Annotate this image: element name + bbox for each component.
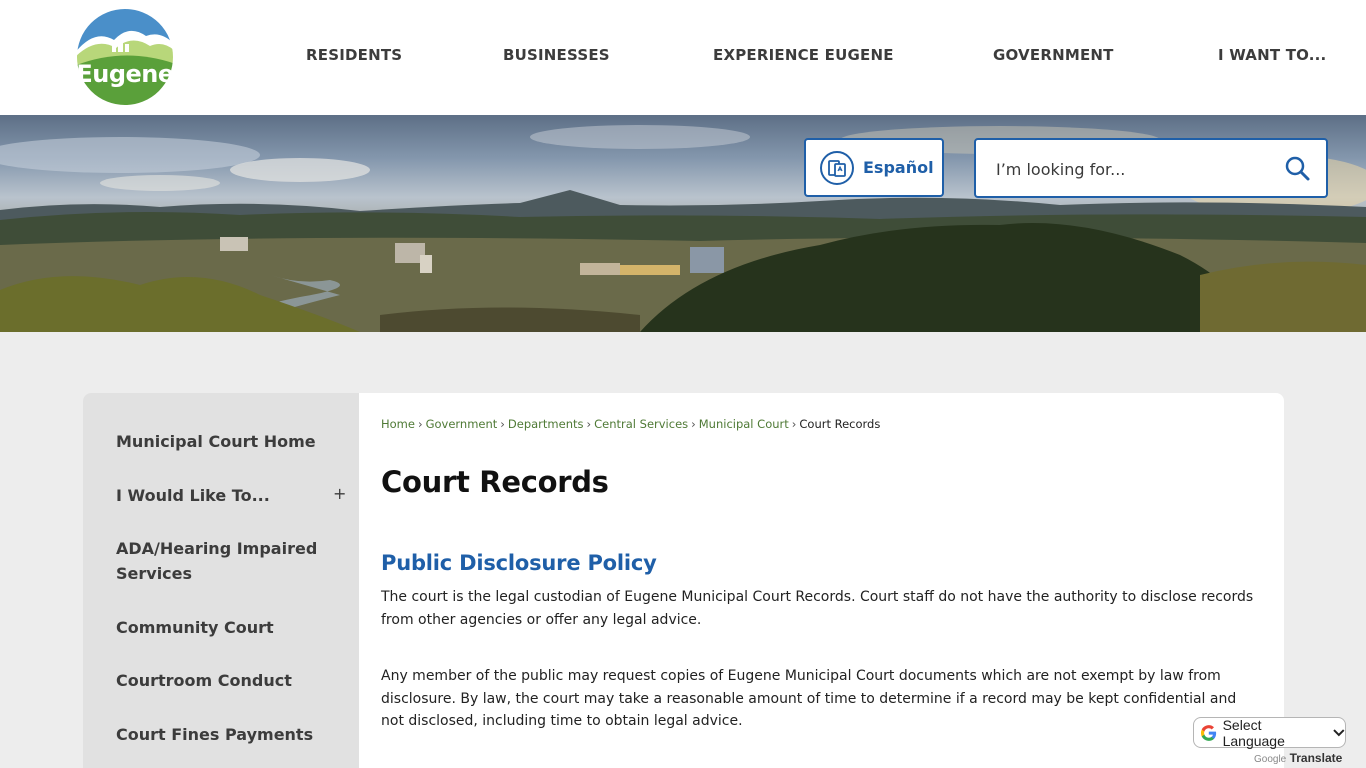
- breadcrumb-government[interactable]: Government: [426, 417, 498, 431]
- main-nav: RESIDENTS BUSINESSES EXPERIENCE EUGENE G…: [0, 0, 1366, 115]
- chevron-down-icon: [1333, 728, 1345, 736]
- breadcrumb-home[interactable]: Home: [381, 417, 415, 431]
- expand-icon[interactable]: +: [333, 484, 346, 503]
- breadcrumb-separator: ›: [691, 417, 696, 431]
- breadcrumb-current: Court Records: [799, 417, 881, 431]
- paragraph: Any member of the public may request cop…: [381, 668, 1237, 729]
- select-language-label: Select Language: [1222, 716, 1285, 749]
- sidebar-item-community-court[interactable]: Community Court: [116, 615, 326, 640]
- search-icon: [1285, 156, 1310, 181]
- language-label: Español: [863, 158, 934, 177]
- nav-residents[interactable]: RESIDENTS: [306, 46, 402, 64]
- breadcrumb-departments[interactable]: Departments: [508, 417, 584, 431]
- google-wordmark: Google: [1254, 754, 1287, 765]
- nav-businesses[interactable]: BUSINESSES: [503, 46, 610, 64]
- site-search: [974, 138, 1328, 198]
- sidebar-item-court-fines-payments[interactable]: Court Fines Payments: [116, 722, 326, 747]
- breadcrumb-separator: ›: [417, 417, 423, 431]
- site-header: Eugene RESIDENTS BUSINESSES EXPERIENCE E…: [0, 0, 1366, 115]
- sidebar-item-i-would-like-to[interactable]: I Would Like To...: [116, 483, 326, 508]
- language-select[interactable]: Select Language: [1193, 716, 1346, 749]
- breadcrumb-municipal-court[interactable]: Municipal Court: [699, 417, 789, 431]
- nav-i-want-to[interactable]: I WANT TO...: [1218, 46, 1326, 64]
- search-button[interactable]: [1282, 154, 1312, 184]
- translate-link[interactable]: Translate: [1290, 751, 1343, 765]
- content-card: Municipal Court Home I Would Like To... …: [83, 393, 1284, 768]
- page-title: Court Records: [381, 465, 609, 499]
- section-title: Public Disclosure Policy: [381, 551, 657, 575]
- sidebar-item-ada-hearing-impaired[interactable]: ADA/Hearing Impaired Services: [116, 536, 326, 586]
- google-g-icon: [1200, 724, 1217, 741]
- espanol-language-button[interactable]: Español: [804, 138, 944, 197]
- sidebar-item-courtroom-conduct[interactable]: Courtroom Conduct: [116, 668, 326, 693]
- breadcrumb-separator: ›: [586, 417, 592, 431]
- nav-government[interactable]: GOVERNMENT: [993, 46, 1114, 64]
- breadcrumb-separator: ›: [791, 417, 797, 431]
- nav-experience-eugene[interactable]: EXPERIENCE EUGENE: [713, 46, 894, 64]
- breadcrumb: Home › Government › Departments › Central Serv…: [381, 417, 880, 431]
- breadcrumb-separator: ›: [500, 417, 505, 431]
- paragraph: The court is the legal custodian of Euge…: [381, 589, 1254, 628]
- powered-by-google-translate: Google Translate: [1254, 751, 1342, 765]
- sidebar-nav: Municipal Court Home I Would Like To... …: [83, 393, 359, 768]
- sidebar-item-municipal-court-home[interactable]: Municipal Court Home: [116, 429, 326, 454]
- search-input[interactable]: [996, 154, 1276, 184]
- breadcrumb-central-services[interactable]: Central Services: [594, 417, 688, 431]
- main-content: Home › Government › Departments › Central Serv…: [381, 393, 1271, 768]
- translate-icon: [820, 150, 854, 185]
